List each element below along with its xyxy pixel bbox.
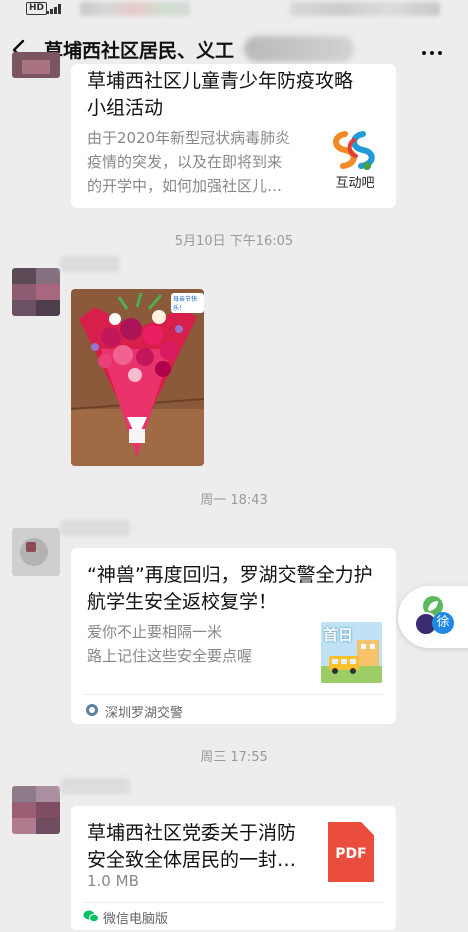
article-title: “神兽”再度回归，罗湖交警全力护 航学生安全返校复学！ — [87, 562, 387, 616]
article-thumbnail: 首日 — [321, 622, 382, 683]
file-name-line: 安全致全体居民的一封… — [87, 849, 297, 871]
pdf-label: PDF — [335, 846, 367, 862]
divider — [83, 902, 384, 903]
hudongba-logo: 互动吧 — [323, 128, 387, 192]
blurred-title-suffix — [244, 36, 354, 62]
avatar[interactable] — [12, 528, 60, 576]
chat-title: 草埔西社区居民、义工 — [44, 40, 235, 62]
description-line: 由于2020年新型冠状病毒肺炎 — [87, 129, 291, 147]
timestamp: 5月10日 下午16:05 — [174, 234, 294, 249]
article-card[interactable]: “神兽”再度回归，罗湖交警全力护 航学生安全返校复学！ 爱你不止要相隔一米 路上… — [71, 548, 396, 724]
avatar[interactable] — [12, 52, 60, 78]
thumbnail-text: 首日 — [323, 626, 354, 644]
signal-icon — [46, 4, 64, 14]
avatar[interactable] — [12, 786, 60, 834]
hudongba-logo-icon — [333, 131, 375, 170]
flower-bouquet-image — [71, 289, 204, 466]
article-title-line: 小组活动 — [87, 97, 164, 119]
source-label: 深圳罗湖交警 — [105, 706, 184, 721]
file-size: 1.0 MB — [87, 872, 139, 890]
description-line: 的开学中，如何加强社区儿… — [87, 177, 283, 195]
file-name-line: 草埔西社区党委关于消防 — [87, 822, 297, 844]
contact-initial: 徐 — [432, 612, 454, 634]
avatar[interactable] — [12, 268, 60, 316]
wechat-pc-icon — [83, 910, 99, 923]
dot-icon — [422, 51, 426, 55]
article-description: 由于2020年新型冠状病毒肺炎 疫情的突发，以及在即将到来 的开学中，如何加强社… — [87, 126, 327, 198]
dot-icon — [438, 51, 442, 55]
pdf-file-icon: PDF — [328, 822, 374, 882]
floating-chat-bubble[interactable]: 徐 — [398, 586, 468, 648]
blurred-sender-name — [60, 520, 130, 536]
article-description: 爱你不止要相隔一米 路上记住这些安全要点喔 — [87, 620, 307, 668]
article-card[interactable]: 草埔西社区儿童青少年防疫攻略 小组活动 由于2020年新型冠状病毒肺炎 疫情的突… — [71, 64, 396, 208]
article-title-line: 航学生安全返校复学！ — [87, 591, 278, 613]
file-card[interactable]: 草埔西社区党委关于消防 安全致全体居民的一封… 1.0 MB PDF 微信电脑版 — [71, 806, 396, 930]
blurred-status-icons — [290, 2, 440, 16]
source-label: 微信电脑版 — [103, 912, 169, 927]
blurred-sender-name — [60, 256, 120, 272]
public-account-icon — [86, 704, 98, 716]
timestamp: 周一 18:43 — [200, 493, 268, 508]
file-name: 草埔西社区党委关于消防 安全致全体居民的一封… — [87, 820, 327, 874]
article-title-line: 草埔西社区儿童青少年防疫攻略 — [87, 70, 354, 92]
blurred-sender-name — [60, 778, 130, 794]
article-title-line: “神兽”再度回归，罗湖交警全力护 — [87, 564, 373, 586]
dot-icon — [430, 51, 434, 55]
more-options-button[interactable] — [420, 40, 452, 60]
logo-label: 互动吧 — [335, 176, 375, 191]
status-bar: HD — [0, 0, 468, 22]
description-line: 爱你不止要相隔一米 — [87, 623, 223, 641]
divider — [83, 694, 384, 695]
hd-indicator: HD — [26, 2, 48, 15]
photo-tag: 母亲节快乐！ — [171, 293, 204, 313]
timestamp: 周三 17:55 — [200, 750, 268, 765]
blurred-status-info — [80, 2, 190, 16]
photo-message[interactable]: 母亲节快乐！ — [71, 289, 204, 466]
article-title: 草埔西社区儿童青少年防疫攻略 小组活动 — [87, 68, 387, 122]
description-line: 疫情的突发，以及在即将到来 — [87, 153, 283, 171]
description-line: 路上记住这些安全要点喔 — [87, 647, 253, 665]
